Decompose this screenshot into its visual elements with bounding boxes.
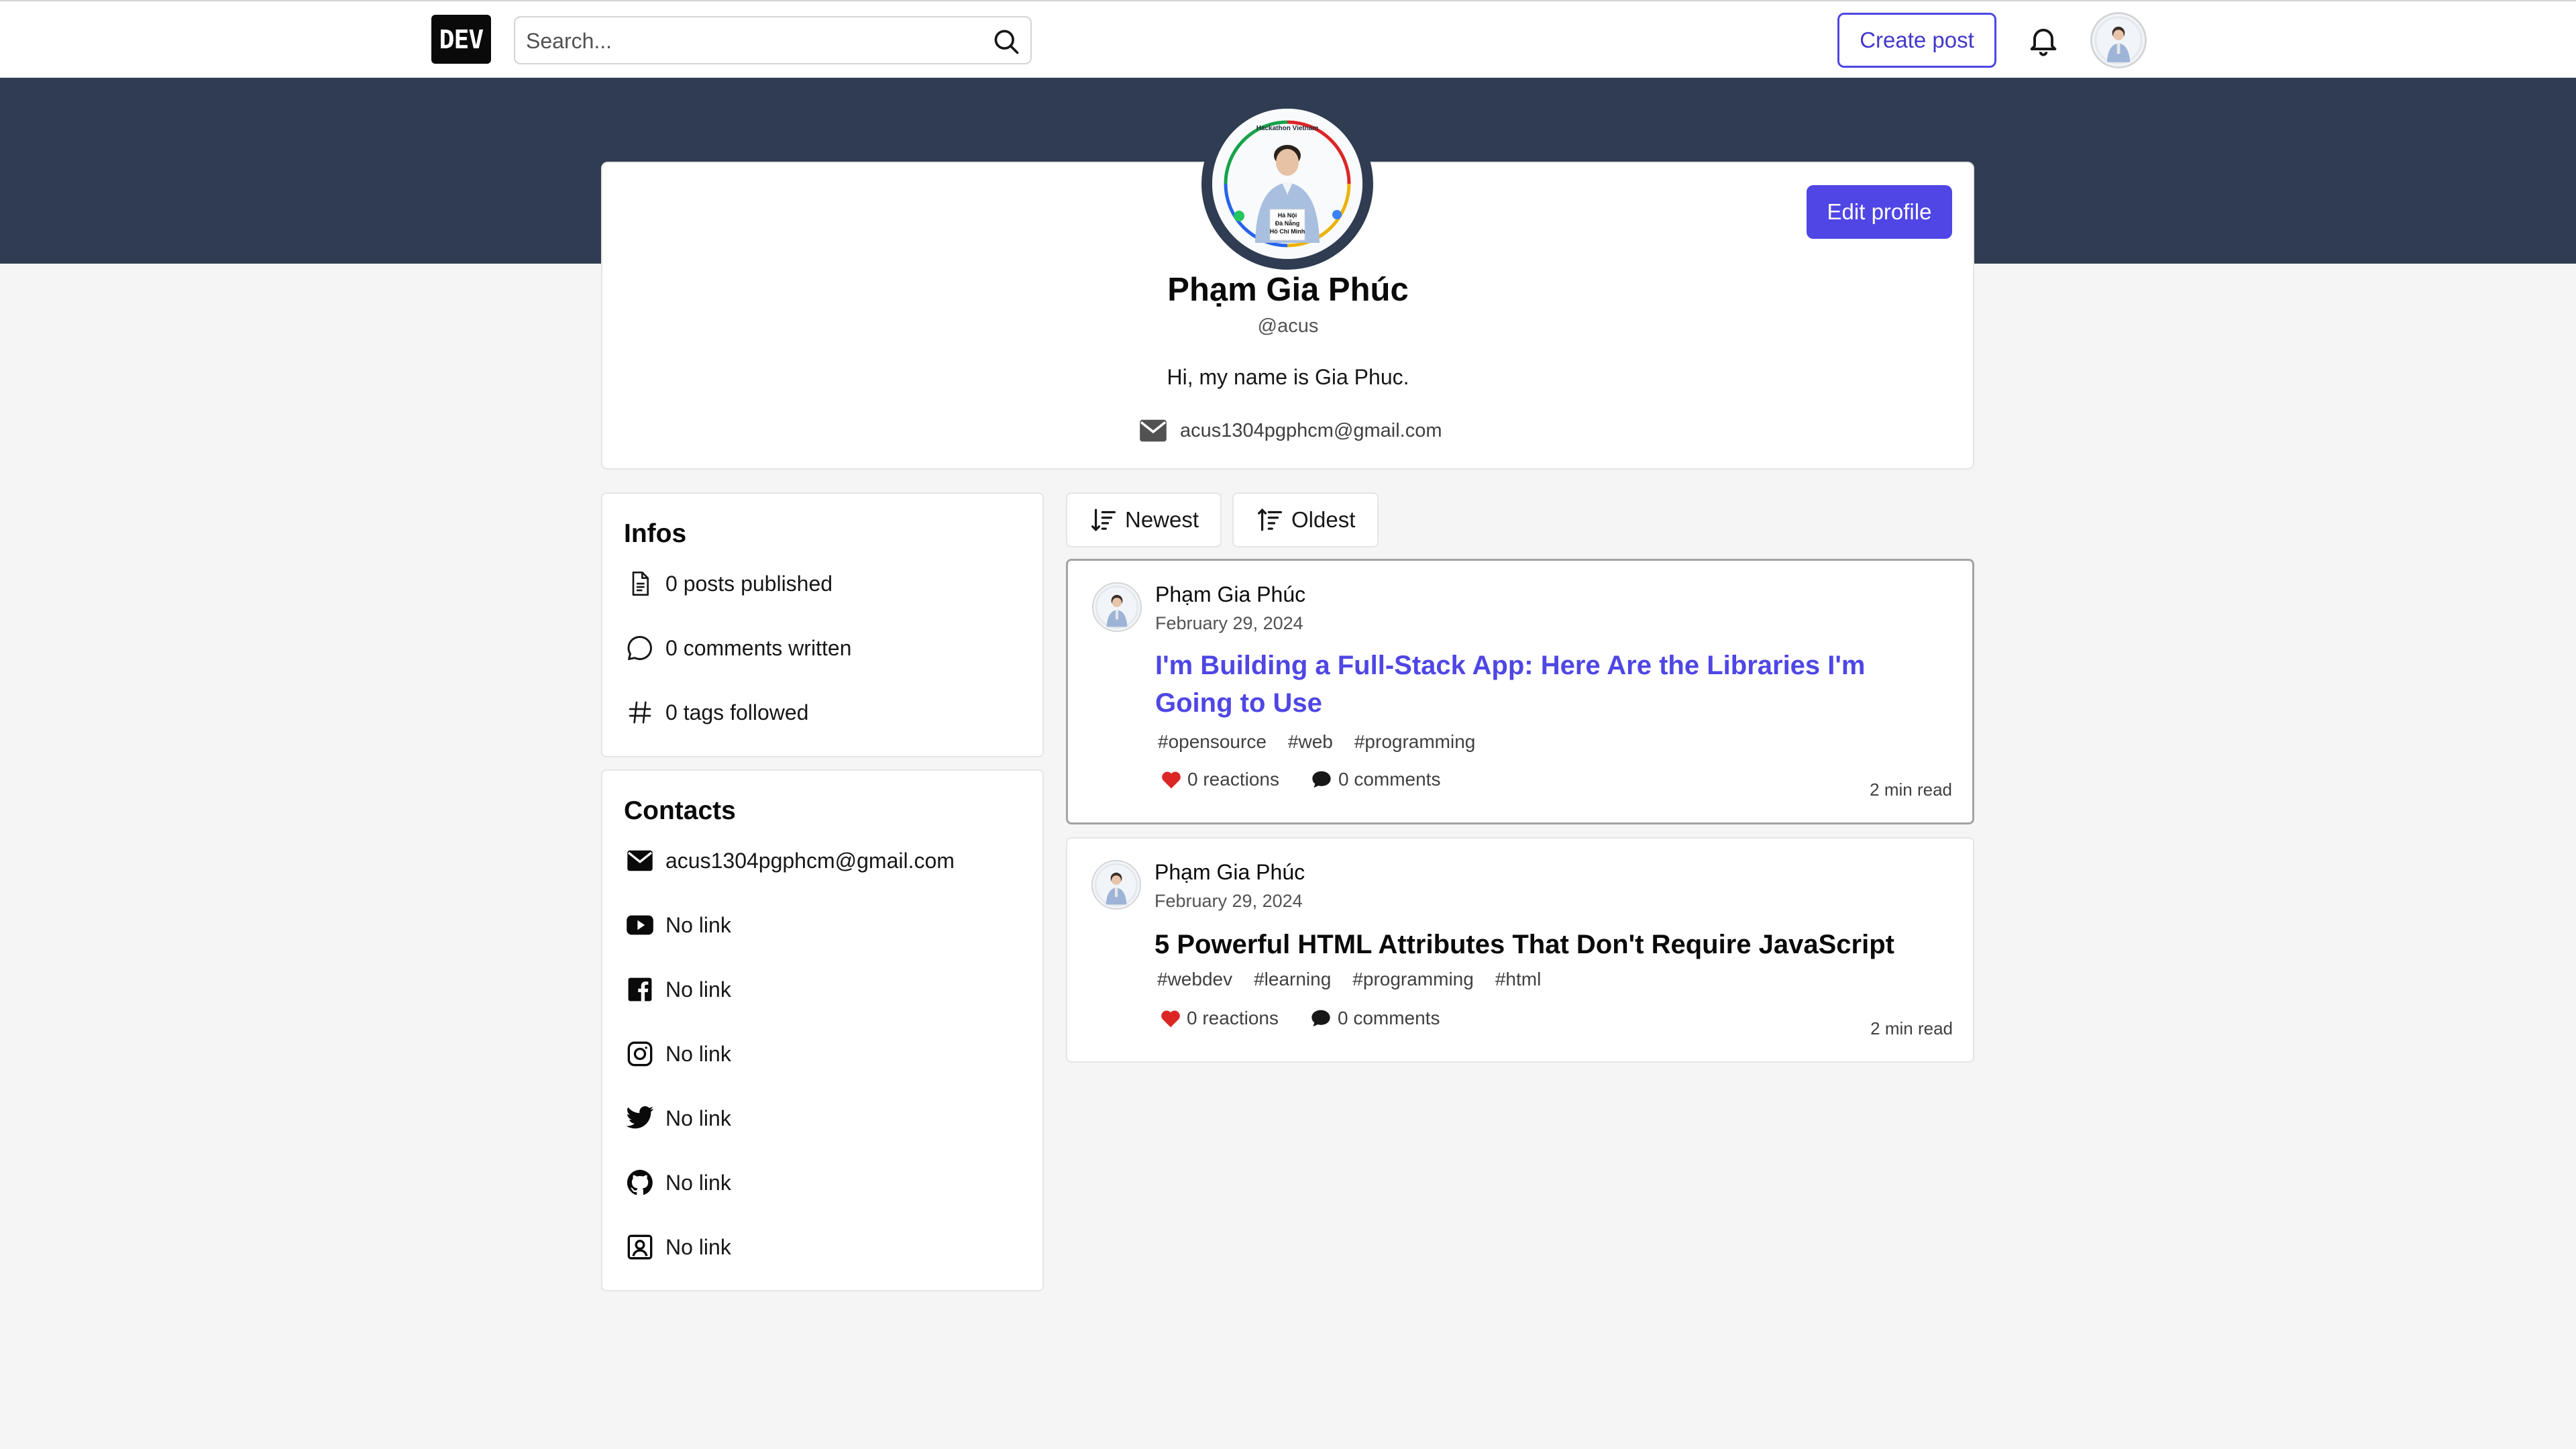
infos-title: Infos <box>624 519 687 548</box>
avatar-badge-line: Hồ Chí Minh <box>1270 228 1305 235</box>
youtube-icon <box>624 909 656 941</box>
notification-bell-icon[interactable] <box>2026 21 2061 59</box>
post-author[interactable]: Phạm Gia Phúc <box>1155 860 1305 885</box>
contacts-card: Contacts acus1304pgphcm@gmail.com No lin… <box>601 769 1044 1291</box>
post-tags: #webdev #learning #programming #html <box>1157 969 1541 990</box>
post-card[interactable]: Phạm Gia Phúc February 29, 2024 I'm Buil… <box>1066 559 1974 824</box>
info-comments-written: 0 comments written <box>624 632 851 664</box>
sort-ascending-icon <box>1256 508 1283 532</box>
mail-icon <box>624 845 656 877</box>
profile-name: Phạm Gia Phúc <box>1167 272 1409 308</box>
search-input[interactable] <box>525 24 963 58</box>
sort-oldest-label: Oldest <box>1291 507 1356 532</box>
contact-instagram[interactable]: No link <box>624 1038 731 1070</box>
user-avatar[interactable] <box>2090 12 2147 68</box>
post-title[interactable]: I'm Building a Full-Stack App: Here Are … <box>1155 647 1927 722</box>
post-tag[interactable]: #programming <box>1354 731 1476 753</box>
info-text: 0 posts published <box>665 571 833 596</box>
contact-text[interactable]: No link <box>665 977 731 1002</box>
comments-count: 0 comments <box>1337 1008 1440 1028</box>
contact-website[interactable]: No link <box>624 1231 731 1263</box>
author-avatar[interactable] <box>1092 582 1142 632</box>
contact-github[interactable]: No link <box>624 1167 731 1199</box>
heart-icon <box>1161 769 1182 790</box>
sort-oldest-button[interactable]: Oldest <box>1232 492 1379 547</box>
reactions-stat[interactable]: 0 reactions <box>1161 769 1279 790</box>
info-posts-published: 0 posts published <box>624 568 833 600</box>
read-time: 2 min read <box>1870 1018 1953 1038</box>
post-card[interactable]: Phạm Gia Phúc February 29, 2024 5 Powerf… <box>1066 837 1974 1063</box>
post-date: February 29, 2024 <box>1155 613 1303 633</box>
contact-text[interactable]: No link <box>665 1235 731 1260</box>
contact-text[interactable]: No link <box>665 1042 731 1067</box>
avatar-badge-title: Hackathon Vietnam <box>1256 125 1319 132</box>
post-tag[interactable]: #learning <box>1254 969 1331 990</box>
comment-icon <box>624 632 656 664</box>
post-author[interactable]: Phạm Gia Phúc <box>1155 582 1305 607</box>
hashtag-icon <box>624 696 656 729</box>
post-tag[interactable]: #opensource <box>1158 731 1267 753</box>
search-box[interactable] <box>514 16 1032 64</box>
contacts-title: Contacts <box>624 796 736 825</box>
post-tags: #opensource #web #programming <box>1158 731 1475 753</box>
search-icon[interactable] <box>991 27 1021 56</box>
sort-descending-icon <box>1090 508 1117 532</box>
comments-stat[interactable]: 0 comments <box>1309 1008 1440 1029</box>
heart-icon <box>1160 1008 1181 1028</box>
create-post-button[interactable]: Create post <box>1837 13 1996 68</box>
mail-icon <box>1138 419 1168 443</box>
reactions-count: 0 reactions <box>1187 1008 1279 1028</box>
post-tag[interactable]: #web <box>1288 731 1333 753</box>
contact-facebook[interactable]: No link <box>624 973 731 1006</box>
read-time: 2 min read <box>1870 780 1952 800</box>
comment-bubble-icon <box>1310 769 1333 790</box>
sort-newest-label: Newest <box>1125 507 1199 532</box>
twitter-icon <box>624 1102 656 1134</box>
info-text: 0 tags followed <box>665 700 809 724</box>
document-icon <box>624 568 656 600</box>
comment-bubble-icon <box>1309 1008 1332 1028</box>
comments-stat[interactable]: 0 comments <box>1310 769 1441 790</box>
post-tag[interactable]: #programming <box>1352 969 1474 990</box>
avatar-badge-line: Hà Nội <box>1278 212 1297 219</box>
contact-text[interactable]: No link <box>665 1171 731 1195</box>
post-tag[interactable]: #html <box>1495 969 1541 990</box>
contact-text[interactable]: No link <box>665 1106 731 1131</box>
post-title[interactable]: 5 Powerful HTML Attributes That Don't Re… <box>1155 926 1926 963</box>
post-date: February 29, 2024 <box>1155 891 1303 911</box>
author-avatar[interactable] <box>1091 860 1141 910</box>
profile-email-text[interactable]: acus1304pgphcm@gmail.com <box>1180 420 1442 442</box>
post-stats: 0 reactions 0 comments <box>1161 769 1471 790</box>
contact-youtube[interactable]: No link <box>624 909 731 941</box>
instagram-icon <box>624 1038 656 1070</box>
comments-count: 0 comments <box>1338 769 1441 790</box>
infos-card: Infos 0 posts published 0 comments writt… <box>601 492 1044 757</box>
reactions-count: 0 reactions <box>1187 769 1279 790</box>
dev-logo[interactable]: DEV <box>431 15 491 64</box>
edit-profile-button[interactable]: Edit profile <box>1807 185 1952 239</box>
top-navbar: DEV Create post <box>0 0 2576 78</box>
facebook-icon <box>624 973 656 1006</box>
profile-avatar: Hackathon Vietnam Hà Nội Đà Nẵng Hồ Chí … <box>1201 98 1373 270</box>
profile-handle: @acus <box>1257 315 1319 337</box>
avatar-badge-line: Đà Nẵng <box>1275 219 1300 227</box>
profile-bio: Hi, my name is Gia Phuc. <box>1167 365 1409 389</box>
info-text: 0 comments written <box>665 635 852 660</box>
contact-text[interactable]: No link <box>665 913 731 938</box>
post-stats: 0 reactions 0 comments <box>1160 1008 1470 1029</box>
post-tag[interactable]: #webdev <box>1157 969 1232 990</box>
contact-card-icon <box>624 1231 656 1263</box>
contact-email[interactable]: acus1304pgphcm@gmail.com <box>624 845 955 877</box>
info-tags-followed: 0 tags followed <box>624 696 808 729</box>
contact-text[interactable]: acus1304pgphcm@gmail.com <box>665 849 955 873</box>
github-icon <box>624 1167 656 1199</box>
sort-newest-button[interactable]: Newest <box>1066 492 1222 547</box>
profile-email: acus1304pgphcm@gmail.com <box>1138 419 1442 443</box>
reactions-stat[interactable]: 0 reactions <box>1160 1008 1279 1029</box>
contact-twitter[interactable]: No link <box>624 1102 731 1134</box>
